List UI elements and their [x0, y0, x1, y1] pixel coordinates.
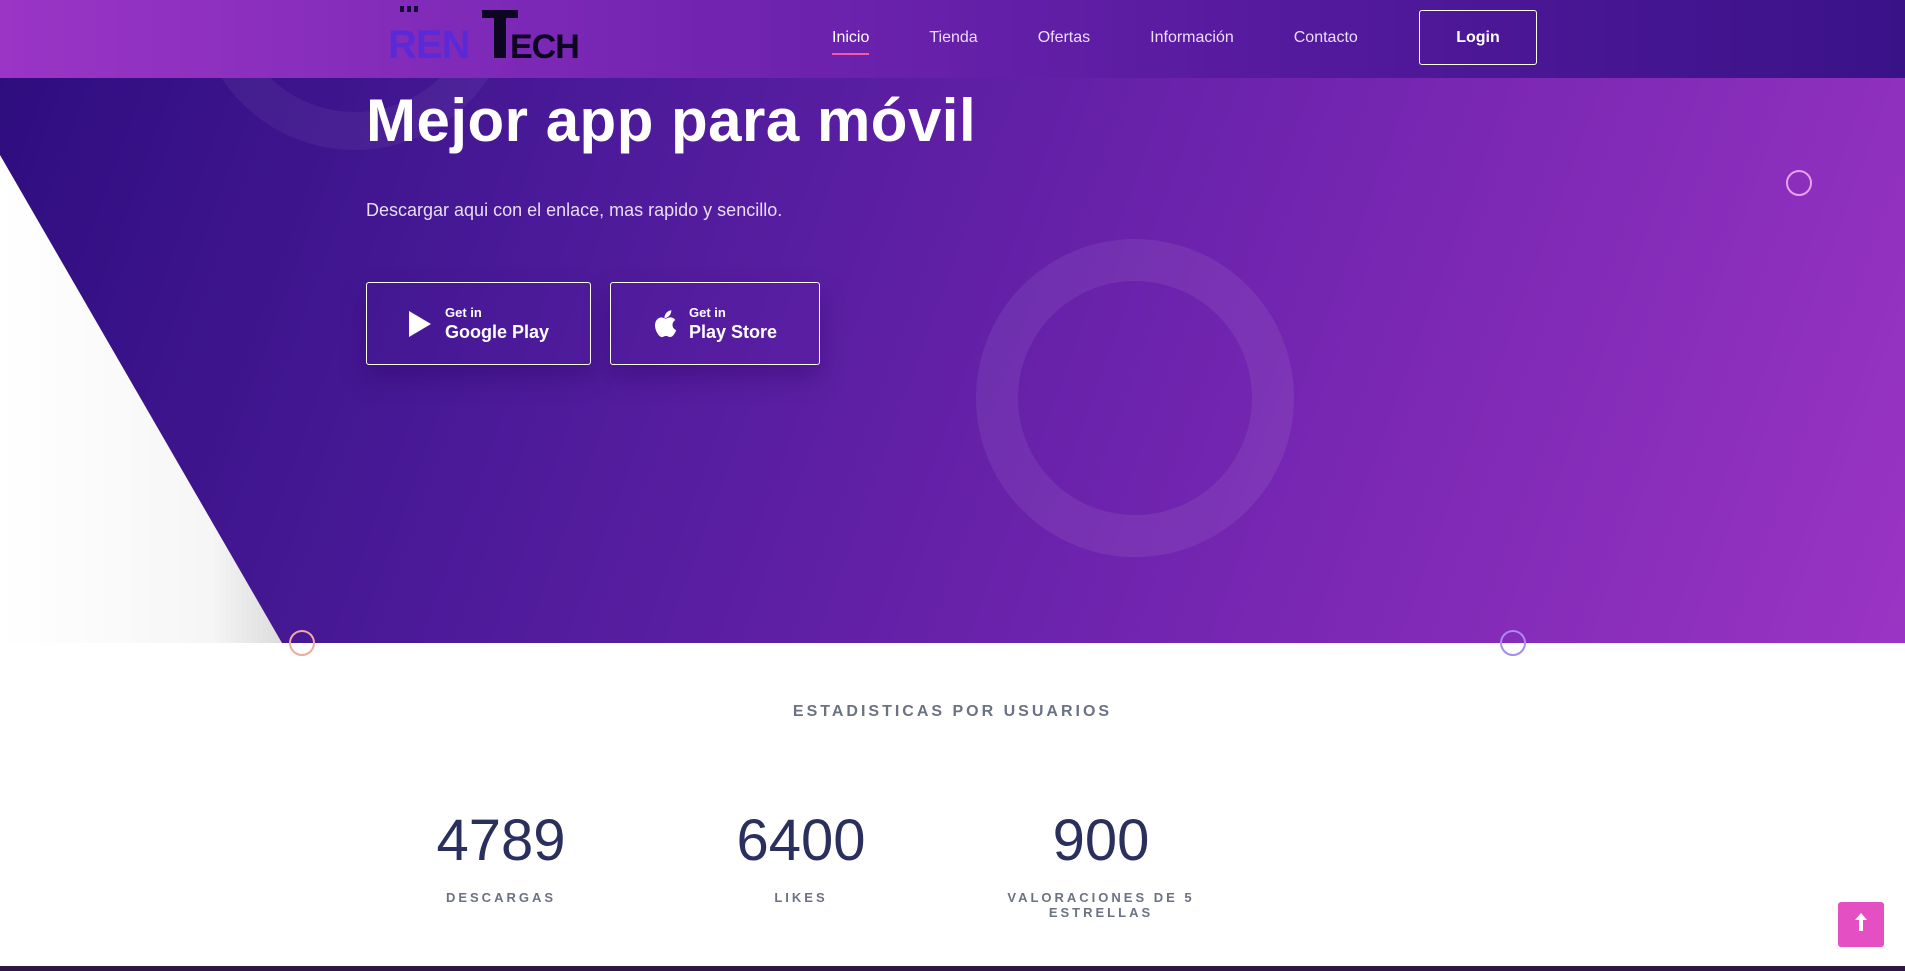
login-button[interactable]: Login [1419, 10, 1537, 65]
top-navbar: REN ECH Inicio Tienda Ofertas Informació… [0, 0, 1905, 78]
stat-value: 900 [1052, 808, 1150, 873]
stat-label: VALORACIONES DE 5 ESTRELLAS [1007, 890, 1195, 920]
nav-item-ofertas[interactable]: Ofertas [1038, 29, 1090, 47]
decorative-circle [289, 630, 315, 656]
stat-value: 6400 [736, 808, 866, 873]
svg-text:REN: REN [388, 23, 469, 64]
nav-item-tienda[interactable]: Tienda [929, 29, 977, 47]
decorative-circle [1500, 630, 1526, 656]
nav-item-informacion[interactable]: Información [1150, 29, 1234, 47]
play-icon [405, 309, 435, 339]
stat-descargas: 4789 DESCARGAS [391, 808, 611, 905]
hero-title: Mejor app para móvil [366, 87, 977, 154]
apple-icon [649, 309, 679, 339]
decorative-circle [1786, 170, 1812, 196]
nav-item-contacto[interactable]: Contacto [1294, 29, 1358, 47]
rentech-logo[interactable]: REN ECH [386, 6, 586, 67]
nav-item-inicio[interactable]: Inicio [832, 29, 870, 55]
scroll-to-top-button[interactable] [1838, 902, 1884, 947]
stat-valoraciones: 900 VALORACIONES DE 5 ESTRELLAS [991, 808, 1211, 920]
google-play-small-label: Get in [445, 304, 482, 320]
arrow-up-icon [1854, 912, 1868, 937]
nav-menu: Inicio Tienda Ofertas Información Contac… [832, 0, 1418, 76]
stats-heading: ESTADISTICAS POR USUARIOS [792, 703, 1113, 720]
bottom-strip [0, 966, 1905, 971]
stat-likes: 6400 LIKES [691, 808, 911, 905]
stat-label: DESCARGAS [445, 890, 557, 905]
play-store-small-label: Get in [689, 304, 726, 320]
stat-label: LIKES [774, 890, 828, 905]
hero-section: Mejor app para móvil Descargar aqui con … [0, 0, 1905, 643]
play-store-button[interactable]: Get in Play Store [610, 282, 820, 365]
stat-value: 4789 [436, 808, 566, 873]
google-play-label: Google Play [445, 321, 550, 342]
google-play-button[interactable]: Get in Google Play [366, 282, 591, 365]
svg-text:ECH: ECH [510, 28, 579, 64]
play-store-label: Play Store [689, 321, 778, 342]
hero-subtitle: Descargar aqui con el enlace, mas rapido… [366, 200, 783, 220]
